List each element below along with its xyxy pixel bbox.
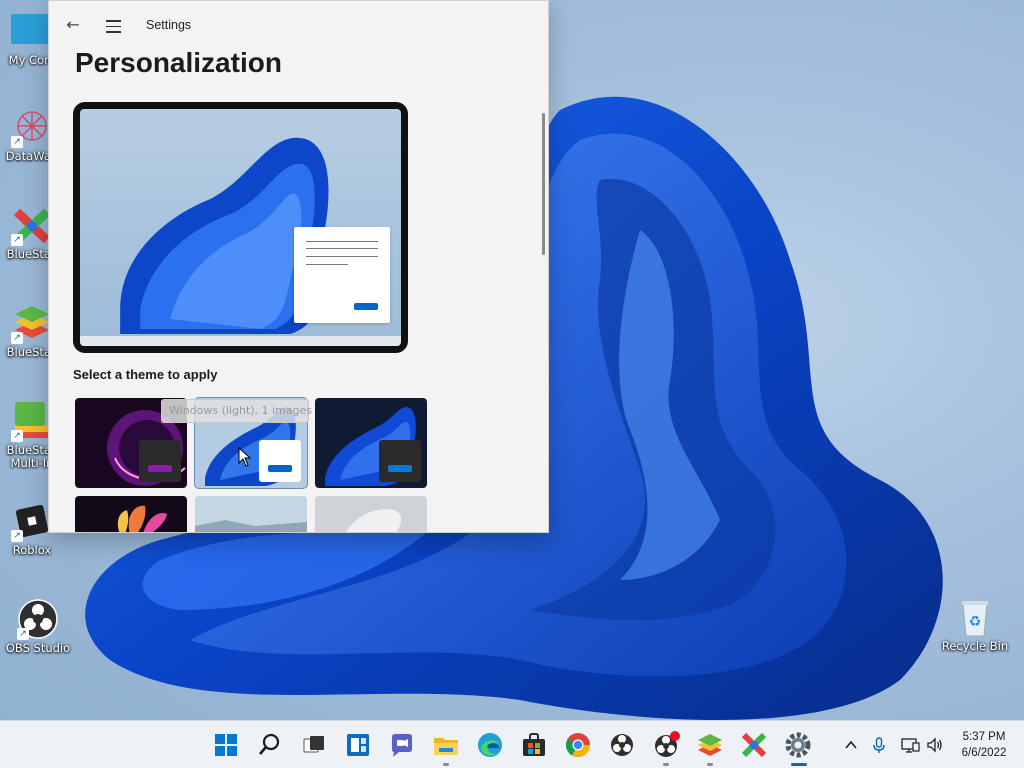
hamburger-icon: [105, 20, 121, 22]
running-indicator: [443, 763, 449, 766]
clock-date: 6/6/2022: [961, 747, 1007, 759]
desktop-icon-label: OBS Studio: [5, 641, 71, 655]
shortcut-arrow-icon: ↗: [11, 234, 23, 246]
task-view-icon[interactable]: [299, 730, 329, 760]
clock-time: 5:37 PM: [962, 731, 1006, 743]
file-explorer-icon[interactable]: [431, 730, 461, 766]
search-icon[interactable]: [255, 730, 285, 760]
back-arrow-icon: ←: [66, 15, 80, 34]
bluestacks-multi-instance-icon: ↗: [11, 400, 53, 442]
microphone-icon[interactable]: [869, 735, 889, 755]
obs-notify-icon[interactable]: [651, 730, 681, 766]
widgets-icon[interactable]: [343, 730, 373, 760]
edge-icon[interactable]: [475, 730, 505, 760]
settings-icon[interactable]: [783, 730, 813, 766]
show-hidden-icons-chevron-icon[interactable]: [841, 735, 861, 755]
bluestacks-stack-icon: ↗: [11, 302, 53, 344]
theme-tile-flow[interactable]: [315, 496, 427, 532]
shortcut-arrow-icon: ↗: [11, 332, 23, 344]
navigation-menu-button[interactable]: [101, 13, 125, 37]
desktop-icon-recycle-bin[interactable]: ♻ Recycle Bin: [937, 596, 1013, 653]
volume-icon[interactable]: [925, 735, 945, 755]
desktop-icon-obs[interactable]: ↗ OBS Studio: [0, 598, 76, 655]
shortcut-arrow-icon: ↗: [11, 530, 23, 542]
mouse-cursor-icon: [238, 447, 252, 467]
windows-start-icon[interactable]: [211, 730, 241, 760]
chat-icon[interactable]: [387, 730, 417, 760]
recycle-bin-icon: ♻: [954, 596, 996, 638]
bluestacks-multi-icon[interactable]: [739, 730, 769, 760]
shortcut-arrow-icon: ↗: [17, 628, 29, 640]
active-indicator: [791, 763, 807, 766]
settings-scrollbar[interactable]: [542, 113, 545, 255]
settings-titlebar[interactable]: ← Settings: [49, 1, 548, 49]
chrome-icon[interactable]: [563, 730, 593, 760]
desktop-icon-label: Recycle Bin: [941, 639, 1009, 653]
network-icon[interactable]: [900, 735, 920, 755]
bluestacks-icon[interactable]: [695, 730, 725, 766]
shortcut-arrow-icon: ↗: [11, 430, 23, 442]
preview-accent-button: [354, 303, 378, 310]
section-label: Select a theme to apply: [73, 367, 218, 382]
preview-window-card: [294, 227, 390, 323]
theme-tile-captured-motion[interactable]: [75, 496, 187, 532]
theme-preview: [73, 102, 408, 353]
preview-taskbar: [80, 336, 401, 346]
store-icon[interactable]: [519, 730, 549, 760]
page-title: Personalization: [75, 47, 282, 78]
taskbar-clock[interactable]: 5:37 PM 6/6/2022: [952, 729, 1016, 761]
window-title: Settings: [146, 18, 192, 32]
bluestacks-x-icon: ↗: [11, 204, 53, 246]
theme-tile-sunrise[interactable]: [195, 496, 307, 532]
settings-window[interactable]: ← Settings Personalization Select a them…: [48, 0, 549, 533]
roblox-icon: ↗: [11, 500, 53, 542]
svg-text:♻: ♻: [969, 614, 982, 630]
datawag-icon: ↗: [11, 106, 53, 148]
shortcut-arrow-icon: ↗: [11, 136, 23, 148]
obs-studio-icon: ↗: [17, 598, 59, 640]
running-indicator: [707, 763, 713, 766]
obs-icon[interactable]: [607, 730, 637, 760]
desktop-icon-label: Roblox: [12, 543, 52, 557]
running-indicator: [663, 763, 669, 766]
monitor-icon: [11, 14, 53, 44]
theme-tile-windows-dark[interactable]: [315, 398, 427, 488]
theme-tooltip: Windows (light), 1 images: [161, 399, 312, 423]
back-button[interactable]: ←: [61, 13, 85, 37]
taskbar: 5:37 PM 6/6/2022: [0, 720, 1024, 768]
